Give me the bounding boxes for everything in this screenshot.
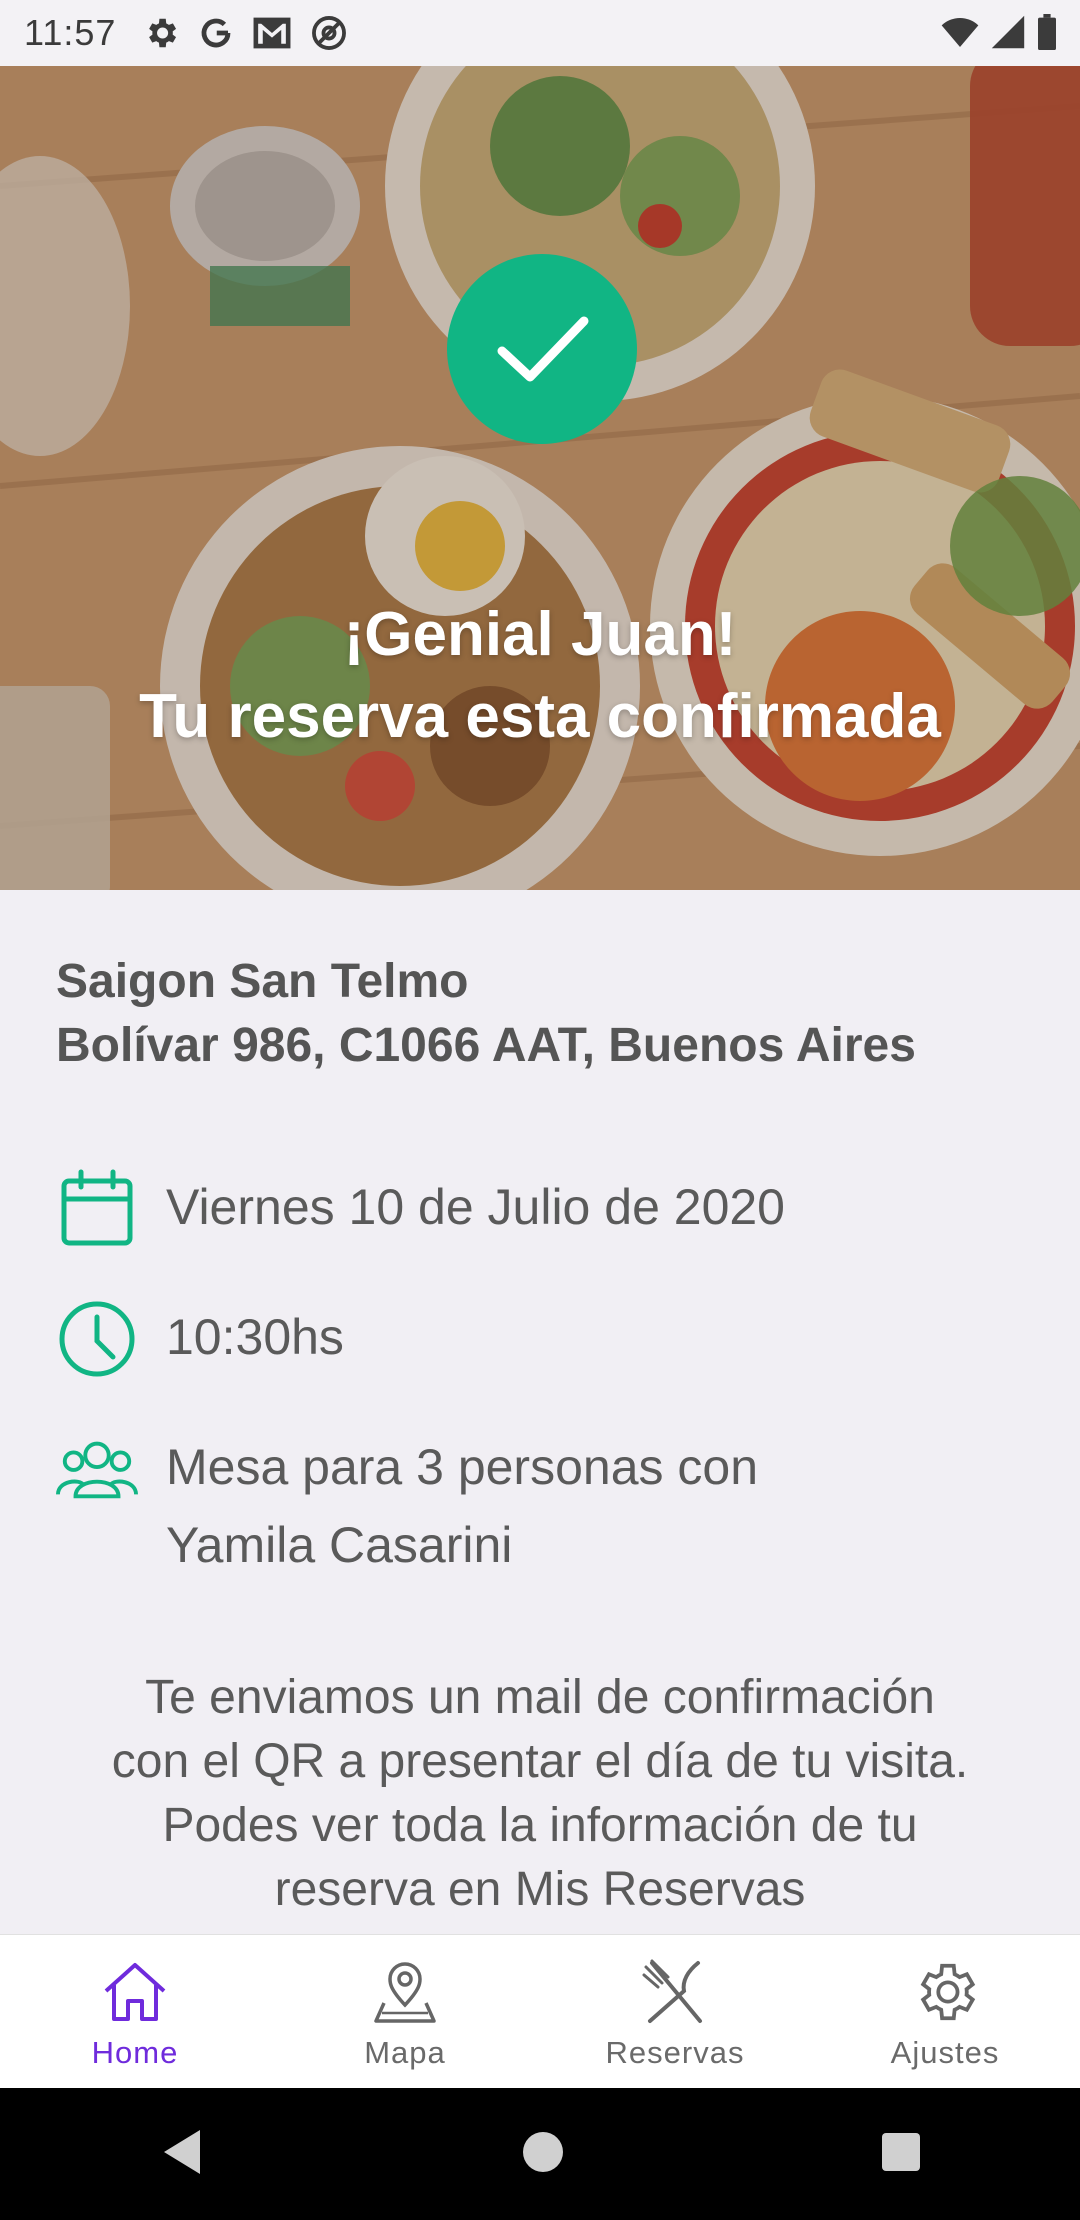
venue-info: Saigon San Telmo Bolívar 986, C1066 AAT,… bbox=[56, 950, 916, 1078]
nav-mapa[interactable]: Mapa bbox=[270, 1935, 540, 2089]
fork-knife-icon bbox=[642, 1959, 702, 2023]
nav-home-label: Home bbox=[91, 2035, 179, 2070]
bottom-navigation: Home Mapa Reservas Ajustes bbox=[0, 1934, 1080, 2089]
reservation-date: Viernes 10 de Julio de 2020 bbox=[166, 1179, 785, 1235]
cell-signal-icon bbox=[990, 14, 1026, 55]
reservation-time-row: 10:30hs bbox=[56, 1298, 344, 1380]
party-size-text: Mesa para 3 personas con bbox=[166, 1439, 759, 1495]
back-icon[interactable] bbox=[158, 2126, 206, 2183]
battery-icon bbox=[1036, 14, 1058, 55]
status-bar: 11:57 bbox=[0, 0, 1080, 66]
hero-food-image: ¡Genial Juan! Tu reserva esta confirmada bbox=[0, 66, 1080, 890]
confirmation-message: Tu reserva esta confirmada bbox=[139, 682, 941, 751]
venue-name: Saigon San Telmo bbox=[56, 955, 469, 1008]
status-time: 11:57 bbox=[24, 12, 117, 53]
note-line-4: reserva en Mis Reservas bbox=[274, 1863, 806, 1916]
nav-mapa-label: Mapa bbox=[364, 2035, 446, 2070]
confirmation-note: Te enviamos un mail de confirmación con … bbox=[40, 1666, 1040, 1922]
checkmark-icon bbox=[497, 316, 589, 382]
note-line-1: Te enviamos un mail de confirmación bbox=[145, 1671, 935, 1724]
confirmation-check-badge bbox=[447, 254, 637, 444]
google-icon bbox=[198, 15, 234, 51]
note-line-3: Podes ver toda la información de tu bbox=[162, 1799, 918, 1852]
map-pin-icon bbox=[374, 1962, 436, 2023]
reservation-party-row: Mesa para 3 personas con Yamila Casarini bbox=[56, 1428, 758, 1584]
gmail-icon bbox=[252, 16, 292, 50]
system-navigation-bar bbox=[0, 2088, 1080, 2220]
party-guest-name: Yamila Casarini bbox=[166, 1517, 513, 1573]
calendar-icon bbox=[56, 1168, 138, 1250]
people-group-icon bbox=[56, 1428, 138, 1510]
confirmation-greeting: ¡Genial Juan! bbox=[343, 600, 737, 669]
nav-ajustes[interactable]: Ajustes bbox=[810, 1935, 1080, 2089]
reservation-date-row: Viernes 10 de Julio de 2020 bbox=[56, 1168, 785, 1250]
at-sign-icon bbox=[310, 14, 348, 52]
settings-notification-icon bbox=[142, 14, 180, 52]
hero-dim-overlay bbox=[0, 66, 1080, 890]
recents-square-icon[interactable] bbox=[880, 2131, 922, 2178]
note-line-2: con el QR a presentar el día de tu visit… bbox=[111, 1735, 969, 1788]
wifi-icon bbox=[940, 14, 980, 55]
nav-reservas-label: Reservas bbox=[605, 2035, 745, 2070]
home-icon bbox=[104, 1963, 166, 2021]
clock-icon bbox=[56, 1298, 138, 1380]
nav-reservas[interactable]: Reservas bbox=[540, 1935, 810, 2089]
reservation-party: Mesa para 3 personas con Yamila Casarini bbox=[166, 1428, 758, 1584]
venue-address: Bolívar 986, C1066 AAT, Buenos Aires bbox=[56, 1019, 916, 1072]
gear-icon bbox=[920, 1963, 976, 2021]
nav-home[interactable]: Home bbox=[0, 1935, 270, 2089]
nav-ajustes-label: Ajustes bbox=[890, 2035, 1000, 2070]
home-circle-icon[interactable] bbox=[521, 2130, 565, 2179]
reservation-time: 10:30hs bbox=[166, 1309, 344, 1365]
